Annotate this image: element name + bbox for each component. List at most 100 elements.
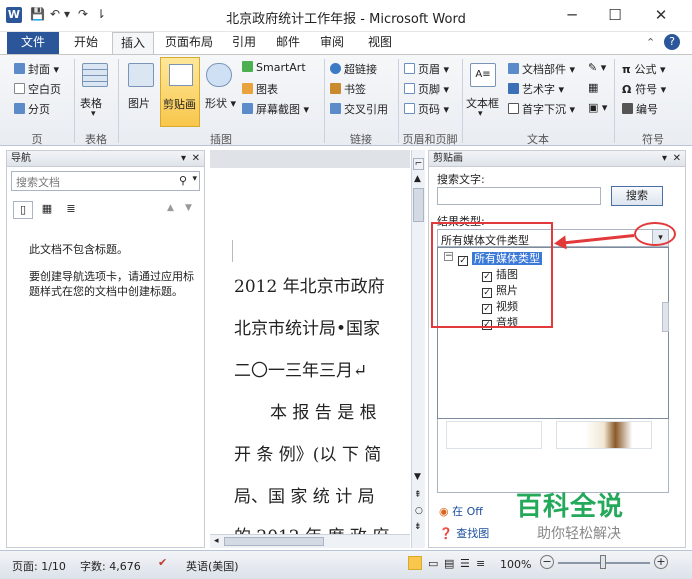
document-page[interactable]: 2012 年北京市政府 北京市统计局•国家 二〇一三年三月↵ 本 报 告 是 根… [210, 168, 410, 547]
number-icon [622, 103, 633, 114]
scroll-left-icon[interactable]: ◂ [214, 536, 219, 546]
pane-close-icon[interactable]: ✕ [192, 151, 200, 167]
shapes-button[interactable]: 形状 ▾ [205, 95, 236, 111]
zoom-slider-thumb[interactable] [600, 555, 606, 569]
header-button[interactable]: 页眉 ▾ [404, 61, 449, 77]
page-count[interactable]: 页面: 1/10 [12, 558, 66, 574]
footer-button[interactable]: 页脚 ▾ [404, 81, 449, 97]
pane-options-icon[interactable]: ▾ [181, 151, 186, 167]
clip-search-input[interactable] [437, 187, 601, 205]
vertical-scroll-thumb[interactable] [413, 188, 424, 222]
picture-icon[interactable] [128, 63, 154, 87]
picture-button[interactable]: 图片 [128, 95, 150, 111]
tab-home[interactable]: 开始 [64, 32, 108, 54]
pane-close-icon[interactable]: ✕ [673, 151, 681, 167]
pane-options-icon[interactable]: ▾ [662, 151, 667, 167]
search-dropdown-icon[interactable]: ▾ [192, 174, 197, 184]
zoom-out-button[interactable]: − [540, 555, 554, 569]
find-images-link[interactable]: ❓ 查找图 [439, 525, 489, 541]
smartart-button[interactable]: SmartArt [242, 61, 306, 74]
clip-results [437, 419, 669, 493]
word-count[interactable]: 字数: 4,676 [80, 558, 141, 574]
draft-icon[interactable]: ≡ [476, 557, 485, 570]
table-dropdown-icon[interactable]: ▾ [91, 109, 96, 119]
tab-view[interactable]: 视图 [360, 32, 400, 54]
outline-icon[interactable]: ☰ [460, 557, 470, 570]
vertical-scrollbar[interactable]: ⌐ ▲ ▼ ⇞ ○ ⇟ [411, 150, 425, 548]
drop-cap-icon [508, 103, 519, 114]
navigation-pane-header: 导航 ▾ ✕ [7, 151, 204, 167]
hyperlink-icon [330, 63, 341, 74]
quick-parts-button[interactable]: 文档部件 ▾ [508, 61, 575, 77]
chart-icon [242, 83, 253, 94]
horizontal-scrollbar[interactable]: ◂ [210, 534, 410, 548]
print-layout-icon[interactable] [408, 556, 422, 570]
nav-search-input[interactable]: 搜索文档 ⚲ ▾ [11, 171, 200, 191]
zoom-in-button[interactable]: + [654, 555, 668, 569]
scroll-up-icon[interactable]: ▲ [414, 174, 421, 184]
smartart-icon [242, 61, 253, 72]
minimize-ribbon-icon[interactable]: ⌃ [646, 36, 655, 49]
previous-page-icon[interactable]: ⇞ [414, 490, 422, 500]
headings-view-tab[interactable]: ▯ [13, 201, 33, 219]
chart-button[interactable]: 图表 [242, 81, 278, 97]
blank-page-button[interactable]: 空白页 [14, 81, 61, 97]
proofing-icon[interactable]: ✔ [158, 556, 167, 569]
tab-file[interactable]: 文件 [7, 32, 59, 54]
minimize-button[interactable]: ─ [558, 4, 586, 26]
full-screen-reading-icon[interactable]: ▭ [428, 557, 438, 570]
results-view-tab[interactable]: ≣ [61, 201, 81, 219]
wordart-button[interactable]: 艺术字 ▾ [508, 81, 564, 97]
clip-thumbnail[interactable] [556, 421, 652, 449]
clip-search-button[interactable]: 搜索 [611, 186, 663, 206]
scroll-down-icon[interactable]: ▼ [414, 472, 421, 482]
screenshot-button[interactable]: 屏幕截图 ▾ [242, 101, 309, 117]
tab-page-layout[interactable]: 页面布局 [158, 32, 220, 54]
zoom-level[interactable]: 100% [500, 558, 531, 571]
next-page-icon[interactable]: ⇟ [414, 522, 422, 532]
cross-reference-button[interactable]: 交叉引用 [330, 101, 388, 117]
window-title: 北京政府统计工作年报 - Microsoft Word [226, 12, 466, 27]
tab-references[interactable]: 引用 [226, 32, 262, 54]
tab-insert[interactable]: 插入 [112, 32, 154, 54]
drop-cap-button[interactable]: 首字下沉 ▾ [508, 101, 575, 117]
object-icon[interactable]: ▣ ▾ [588, 101, 607, 114]
close-button[interactable]: ✕ [647, 4, 675, 26]
doc-line: 2012 年北京市政府 [234, 277, 385, 297]
list-scrollbar[interactable] [662, 302, 669, 332]
help-icon[interactable]: ? [664, 34, 680, 50]
hyperlink-button[interactable]: 超链接 [330, 61, 377, 77]
create-headings-hint: 要创建导航选项卡，请通过应用标题样式在您的文档中创建标题。 [29, 270, 194, 298]
cover-page-button[interactable]: 封面 ▾ [14, 61, 59, 77]
numbering-button[interactable]: 编号 [622, 101, 658, 117]
equation-button[interactable]: π 公式 ▾ [622, 61, 666, 77]
shapes-icon[interactable] [206, 63, 232, 87]
horizontal-scroll-thumb[interactable] [224, 537, 324, 546]
table-icon[interactable] [82, 63, 108, 87]
web-layout-icon[interactable]: ▤ [444, 557, 454, 570]
page-break-button[interactable]: 分页 [14, 101, 50, 117]
next-arrow-icon[interactable]: ▼ [185, 203, 192, 213]
tab-review[interactable]: 审阅 [314, 32, 350, 54]
ruler-toggle-icon[interactable]: ⌐ [413, 158, 424, 170]
clip-thumbnail[interactable] [446, 421, 542, 449]
office-link[interactable]: ◉ 在 Off [439, 503, 483, 519]
title-bar: W 💾 ↶ ▾ ↷ ⇂ 北京政府统计工作年报 - Microsoft Word … [0, 0, 692, 32]
search-icon[interactable]: ⚲ [179, 174, 187, 187]
browse-object-icon[interactable]: ○ [415, 506, 423, 516]
date-time-icon[interactable]: ▦ [588, 81, 598, 94]
text-box-icon[interactable]: A≡ [470, 63, 496, 87]
page-number-button[interactable]: 页码 ▾ [404, 101, 449, 117]
group-label-pages: 页 [31, 133, 43, 146]
quick-parts-icon [508, 63, 519, 74]
clip-art-button[interactable]: 剪贴画 [160, 57, 200, 127]
pages-view-tab[interactable]: ▦ [37, 201, 57, 219]
maximize-button[interactable]: ☐ [601, 4, 629, 26]
text-box-dropdown-icon[interactable]: ▾ [478, 109, 483, 119]
bookmark-button[interactable]: 书签 [330, 81, 366, 97]
tab-mailings[interactable]: 邮件 [270, 32, 306, 54]
language-indicator[interactable]: 英语(美国) [186, 558, 239, 574]
symbol-button[interactable]: Ω 符号 ▾ [622, 81, 666, 97]
previous-arrow-icon[interactable]: ▲ [167, 203, 174, 213]
signature-line-icon[interactable]: ✎ ▾ [588, 61, 606, 74]
